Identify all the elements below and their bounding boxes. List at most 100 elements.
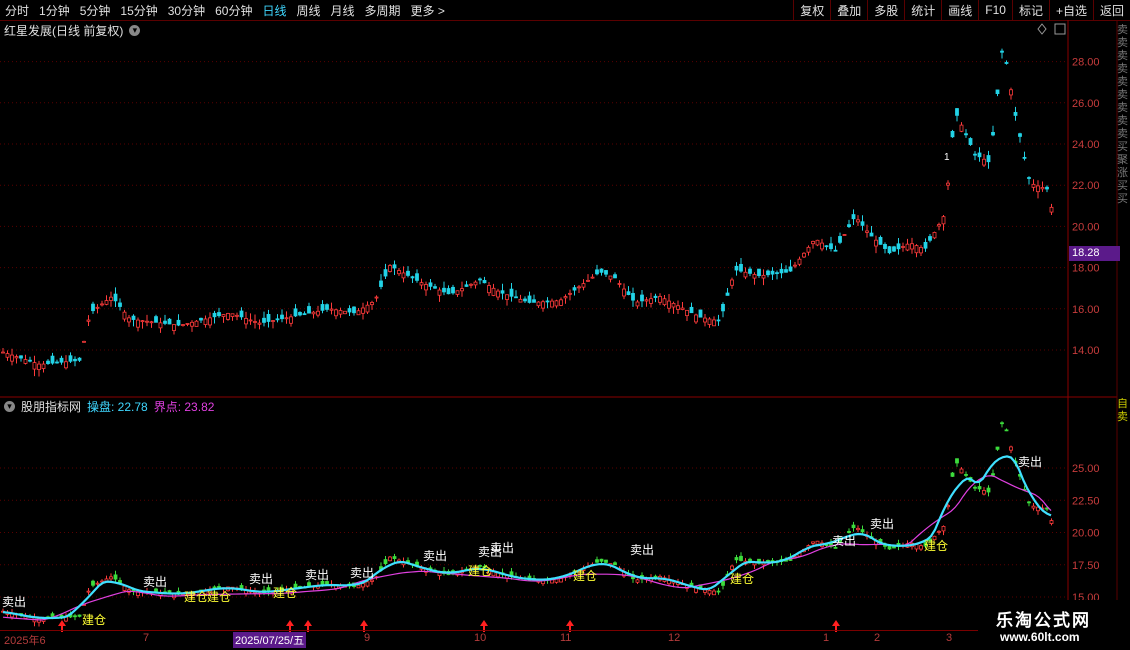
candle-body bbox=[572, 287, 577, 291]
candle-body bbox=[361, 307, 365, 314]
candle-body bbox=[325, 304, 329, 310]
period-tabs: 分时 1分钟 5分钟 15分钟 30分钟 60分钟 日线 周线 月线 多周期 更多 > bbox=[0, 0, 450, 20]
sell-signal-label: 卖出 bbox=[490, 541, 514, 555]
period-tab[interactable]: 更多 > bbox=[406, 2, 450, 19]
period-tab[interactable]: 5分钟 bbox=[75, 2, 116, 19]
candle-body bbox=[550, 300, 554, 308]
indicator-body bbox=[325, 581, 329, 585]
candle-body bbox=[95, 306, 100, 309]
indicator-body bbox=[226, 586, 230, 592]
indicator-body bbox=[199, 589, 203, 592]
indicator-body bbox=[527, 575, 532, 581]
indicator-axis-label: 20.00 bbox=[1072, 528, 1100, 540]
toolbar-action-button[interactable]: 复权 bbox=[793, 0, 830, 20]
chevron-down-icon[interactable]: ▾ bbox=[4, 401, 15, 412]
candle-body bbox=[230, 313, 235, 318]
period-tab[interactable]: 1分钟 bbox=[34, 2, 75, 19]
toolbar-action-button[interactable]: 统计 bbox=[904, 0, 941, 20]
candle-body bbox=[491, 287, 496, 296]
indicator-body bbox=[946, 505, 950, 508]
candle-body bbox=[865, 230, 869, 233]
candle-body bbox=[185, 323, 190, 325]
indicator-body bbox=[824, 544, 829, 546]
indicator-body bbox=[397, 559, 401, 563]
period-tab[interactable]: 分时 bbox=[0, 2, 34, 19]
candle-body bbox=[482, 280, 487, 284]
candle-body bbox=[860, 221, 865, 226]
candle-body bbox=[109, 296, 113, 301]
candle-body bbox=[532, 299, 536, 303]
indicator-body bbox=[271, 591, 275, 593]
period-tab[interactable]: 30分钟 bbox=[163, 2, 210, 19]
buy-signal-label: 建仓 bbox=[207, 590, 231, 604]
candle-body bbox=[59, 357, 64, 363]
indicator-body bbox=[50, 613, 55, 619]
indicator-body bbox=[68, 613, 73, 618]
indicator-body bbox=[694, 587, 698, 593]
candle-body bbox=[127, 317, 131, 323]
candle-body bbox=[1013, 112, 1018, 116]
indicator-body bbox=[19, 613, 23, 616]
candle-body bbox=[1018, 133, 1022, 137]
period-tab[interactable]: 15分钟 bbox=[115, 2, 162, 19]
indicator-body bbox=[739, 555, 743, 561]
indicator-body bbox=[118, 580, 122, 584]
toolbar-action-button[interactable]: 画线 bbox=[941, 0, 978, 20]
indicator-body bbox=[406, 560, 410, 564]
side-text: 卖卖卖卖卖卖卖卖卖买聚涨买买 bbox=[1117, 24, 1128, 205]
indicator-body bbox=[154, 588, 158, 593]
indicator-body bbox=[599, 558, 604, 562]
indicator-body bbox=[109, 576, 113, 580]
window-icon bbox=[1054, 23, 1066, 35]
candle-body bbox=[896, 243, 901, 250]
candle-body bbox=[316, 310, 320, 316]
candle-body bbox=[1036, 185, 1040, 193]
indicator-body bbox=[1004, 429, 1009, 432]
indicator-body bbox=[496, 572, 500, 578]
indicator-body bbox=[829, 542, 833, 547]
period-tab[interactable]: 月线 bbox=[326, 2, 360, 19]
indicator-body bbox=[869, 536, 874, 539]
toolbar-action-button[interactable]: 多股 bbox=[867, 0, 904, 20]
indicator-body bbox=[716, 590, 721, 593]
indicator-body bbox=[811, 541, 815, 544]
candle-body bbox=[460, 288, 464, 292]
price-label: 24.00 bbox=[1072, 139, 1100, 151]
indicator-body bbox=[802, 548, 806, 553]
indicator-body bbox=[743, 560, 748, 565]
toolbar-action-button[interactable]: F10 bbox=[978, 0, 1012, 20]
chevron-down-icon[interactable]: ▾ bbox=[129, 25, 141, 36]
indicator-body bbox=[131, 588, 136, 592]
candle-body bbox=[847, 224, 851, 228]
watermark-url: www.60lt.com bbox=[1000, 630, 1080, 644]
candle-body bbox=[793, 264, 797, 267]
candle-body bbox=[181, 324, 185, 326]
toolbar-action-button[interactable]: 标记 bbox=[1011, 0, 1049, 20]
candle-body bbox=[392, 264, 397, 269]
candle-body bbox=[955, 108, 959, 116]
candle-body bbox=[284, 317, 289, 320]
candle-body bbox=[266, 314, 271, 322]
candle-body bbox=[608, 275, 613, 280]
indicator-body bbox=[59, 614, 64, 618]
period-tab[interactable]: 多周期 bbox=[360, 2, 406, 19]
candle-body bbox=[73, 358, 77, 362]
candle-body bbox=[874, 239, 878, 247]
candle-body bbox=[505, 294, 509, 300]
indicator-body bbox=[820, 542, 824, 548]
candle-body bbox=[995, 89, 1000, 95]
buy-signal-label: 建仓 bbox=[573, 569, 597, 583]
candle-body bbox=[919, 247, 923, 254]
candle-body bbox=[334, 309, 338, 317]
period-tab[interactable]: 周线 bbox=[291, 2, 325, 19]
candle-body bbox=[113, 293, 118, 302]
toolbar-action-button[interactable]: +自选 bbox=[1048, 0, 1093, 20]
candle-body bbox=[352, 306, 356, 314]
period-tab[interactable]: 日线 bbox=[257, 2, 291, 19]
toolbar-action-button[interactable]: 叠加 bbox=[830, 0, 867, 20]
indicator-body bbox=[388, 556, 392, 562]
candle-body bbox=[469, 283, 473, 286]
period-tab[interactable]: 60分钟 bbox=[210, 2, 257, 19]
toolbar-action-button[interactable]: 返回 bbox=[1092, 0, 1130, 20]
candle-body bbox=[599, 268, 604, 273]
